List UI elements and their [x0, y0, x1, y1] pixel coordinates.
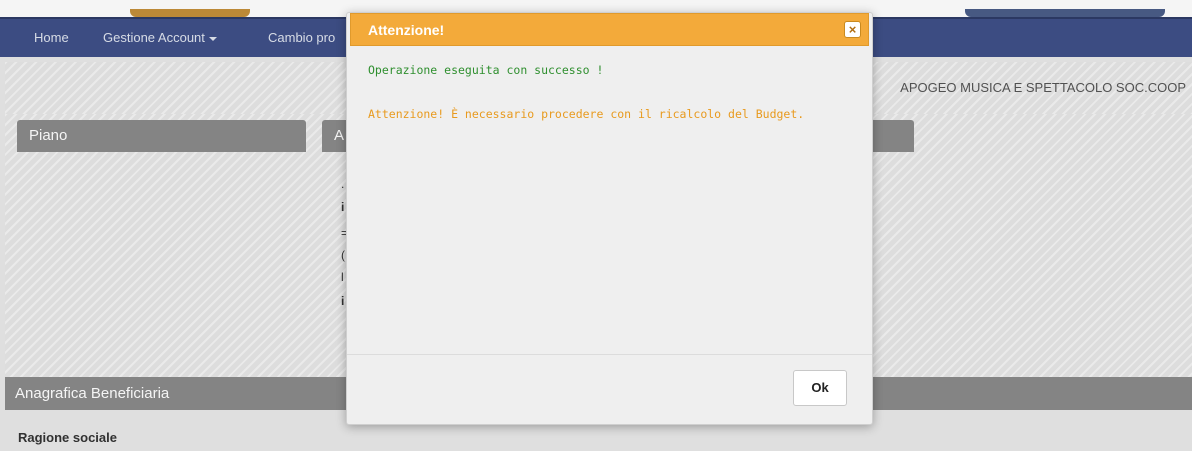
ok-button[interactable]: Ok: [793, 370, 847, 406]
dialog-header: Attenzione! ×: [350, 13, 869, 46]
warning-message: Attenzione! È necessario procedere con i…: [368, 107, 805, 121]
dialog-footer-divider: [347, 354, 872, 355]
success-message: Operazione eseguita con successo !: [368, 63, 604, 77]
alert-dialog: Attenzione! × Operazione eseguita con su…: [346, 12, 873, 425]
dialog-title: Attenzione!: [368, 22, 445, 38]
close-icon[interactable]: ×: [844, 21, 861, 38]
